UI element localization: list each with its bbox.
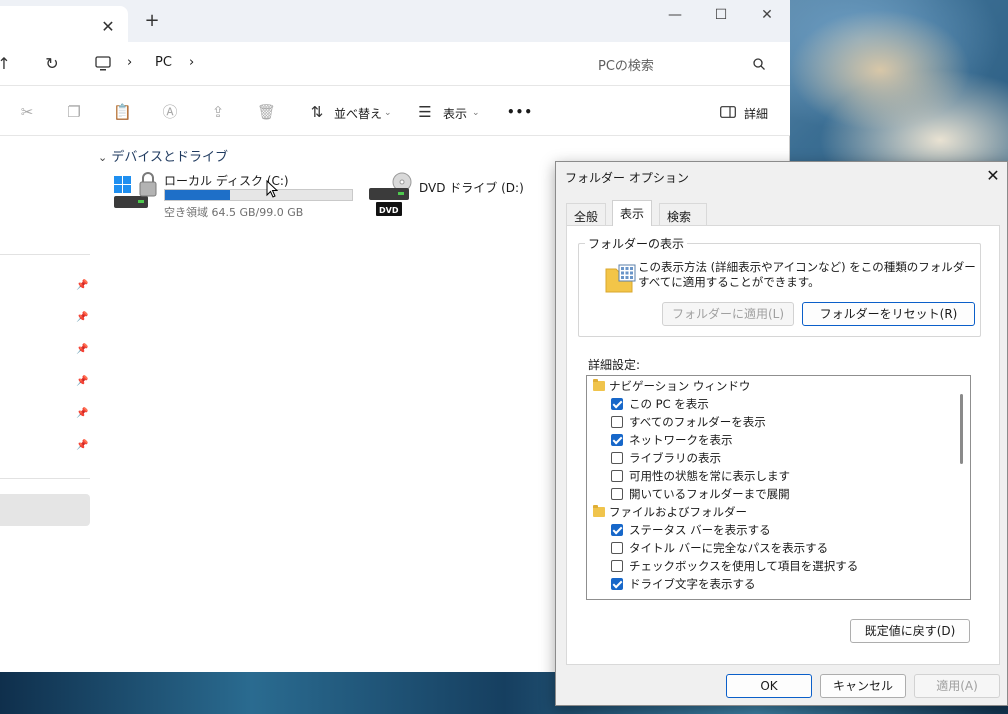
tree-option-label: チェックボックスを使用して項目を選択する (629, 559, 859, 573)
delete-icon[interactable]: 🗑 (257, 103, 276, 121)
advanced-settings-label: 詳細設定: (588, 358, 641, 372)
sidebar-item-this-pc[interactable] (0, 494, 90, 526)
checkbox-checked[interactable] (611, 434, 623, 446)
tree-option-label: ライブラリの表示 (629, 451, 721, 465)
tree-option-label: タイトル バーに完全なパスを表示する (629, 541, 829, 555)
folder-views-icon (604, 263, 640, 295)
apply-button[interactable]: 適用(A) (914, 674, 1000, 698)
scrollbar-thumb[interactable] (960, 394, 963, 464)
tree-option-label: ドライブ文字を表示する (629, 577, 756, 591)
sort-icon[interactable]: ⇅ (308, 103, 326, 121)
tree-option-label: この PC を表示 (629, 397, 709, 411)
pin-icon[interactable]: 📌 (76, 312, 88, 324)
tab-general[interactable]: 全般 (566, 203, 607, 225)
drive-c-icon (112, 172, 160, 214)
refresh-icon[interactable]: ↻ (42, 54, 62, 74)
drive-d[interactable]: DVD DVD ドライブ (D:) (366, 170, 526, 220)
cancel-button[interactable]: キャンセル (820, 674, 906, 698)
tree-option-label: すべてのフォルダーを表示 (629, 415, 766, 429)
view-tab-panel: フォルダーの表示 この表示方法 (詳細表示やアイコンなど) をこの種類のフォルダ… (566, 225, 1000, 665)
address-bar: ↑ ↻ › PC › PCの検索 (0, 42, 790, 86)
tree-option-label: ステータス バーを表示する (629, 523, 771, 537)
checkbox-unchecked[interactable] (611, 542, 623, 554)
dialog-footer: OK キャンセル 適用(A) (556, 668, 1007, 705)
up-arrow-icon[interactable]: ↑ (0, 54, 14, 74)
close-tab-icon[interactable]: ✕ (100, 19, 116, 35)
chevron-right-icon[interactable]: › (189, 55, 194, 70)
tab-bar: ✕ + — ☐ ✕ (0, 0, 790, 42)
cut-icon[interactable]: ✂ (18, 103, 36, 121)
checkbox-unchecked[interactable] (611, 488, 623, 500)
checkbox-unchecked[interactable] (611, 470, 623, 482)
pin-icon[interactable]: 📌 (76, 280, 88, 292)
rename-icon[interactable]: Ⓐ (161, 103, 179, 121)
checkbox-unchecked[interactable] (611, 416, 623, 428)
folder-icon (593, 505, 605, 517)
paste-icon[interactable]: 📋 (113, 103, 132, 121)
tree-option-label: 可用性の状態を常に表示します (629, 469, 790, 483)
command-bar: ✂ ❐ 📋 Ⓐ ⇪ 🗑 ⇅ 並べ替え ⌄ ☰ 表示 ⌄ ••• 詳細 (0, 86, 790, 136)
restore-defaults-button[interactable]: 既定値に戻す(D) (850, 619, 970, 643)
folder-options-dialog: フォルダー オプション ✕ 全般 表示 検索 フォルダーの表示 この表示方法 (… (555, 161, 1008, 706)
pin-icon[interactable]: 📌 (76, 440, 88, 452)
explorer-tab[interactable]: ✕ (0, 6, 128, 42)
mouse-cursor-icon (266, 179, 279, 198)
tab-search[interactable]: 検索 (659, 203, 707, 225)
advanced-settings-list[interactable]: ナビゲーション ウィンドウこの PC を表示すべてのフォルダーを表示 ネットワーク… (586, 375, 971, 600)
dialog-title: フォルダー オプション (565, 171, 689, 185)
maximize-button[interactable]: ☐ (698, 0, 744, 32)
sort-button[interactable]: 並べ替え (334, 105, 382, 122)
apply-to-folders-button[interactable]: フォルダーに適用(L) (662, 302, 794, 326)
checkbox-unchecked[interactable] (611, 452, 623, 464)
more-options-button[interactable]: ••• (507, 105, 533, 119)
chevron-down-icon: ⌄ (98, 151, 108, 164)
group-header-label: デバイスとドライブ (111, 150, 228, 165)
tree-option-label: ネットワークを表示 (629, 433, 733, 447)
add-tab-icon[interactable]: + (144, 12, 160, 30)
pin-icon[interactable]: 📌 (76, 344, 88, 356)
sidebar-divider (0, 478, 90, 479)
folder-views-title: フォルダーの表示 (585, 235, 688, 252)
breadcrumb-pc[interactable]: PC (155, 55, 172, 70)
reset-folders-button[interactable]: フォルダーをリセット(R) (802, 302, 975, 326)
tree-category-label: ファイルおよびフォルダー (609, 505, 747, 519)
search-icon[interactable] (752, 57, 766, 71)
drive-c-free-space: 空き領域 64.5 GB/99.0 GB (164, 206, 304, 219)
checkbox-unchecked[interactable] (611, 560, 623, 572)
folder-icon (593, 379, 605, 391)
share-icon[interactable]: ⇪ (209, 103, 227, 121)
view-icon[interactable]: ☰ (416, 103, 434, 121)
details-button[interactable]: 詳細 (744, 105, 768, 122)
dvd-badge: DVD (379, 206, 399, 215)
pin-icon[interactable]: 📌 (76, 376, 88, 388)
drive-c-usage-bar (164, 189, 353, 201)
checkbox-checked[interactable] (611, 578, 623, 590)
checkbox-checked[interactable] (611, 524, 623, 536)
chevron-right-icon[interactable]: › (127, 55, 132, 70)
copy-icon[interactable]: ❐ (65, 103, 83, 121)
view-button[interactable]: 表示 (443, 105, 467, 122)
minimize-button[interactable]: — (652, 0, 698, 32)
search-input[interactable]: PCの検索 (598, 55, 654, 74)
sidebar-divider (0, 254, 90, 255)
pin-icon[interactable]: 📌 (76, 408, 88, 420)
tree-category-label: ナビゲーション ウィンドウ (609, 379, 751, 393)
drive-c-usage-fill (165, 190, 231, 200)
ok-button[interactable]: OK (726, 674, 812, 698)
checkbox-checked[interactable] (611, 398, 623, 410)
group-header-devices[interactable]: ⌄ デバイスとドライブ (98, 146, 228, 165)
close-window-button[interactable]: ✕ (744, 0, 790, 32)
chevron-down-icon[interactable]: ⌄ (472, 108, 480, 118)
tree-option-label: 開いているフォルダーまで展開 (629, 487, 790, 501)
chevron-down-icon[interactable]: ⌄ (384, 108, 392, 118)
close-icon[interactable]: ✕ (984, 167, 1002, 185)
computer-icon (94, 55, 112, 73)
tab-view[interactable]: 表示 (612, 200, 653, 226)
folder-views-description: この表示方法 (詳細表示やアイコンなど) をこの種類のフォルダーすべてに適用する… (638, 260, 976, 289)
drive-d-label: DVD ドライブ (D:) (419, 181, 524, 195)
details-pane-icon[interactable] (720, 106, 736, 118)
